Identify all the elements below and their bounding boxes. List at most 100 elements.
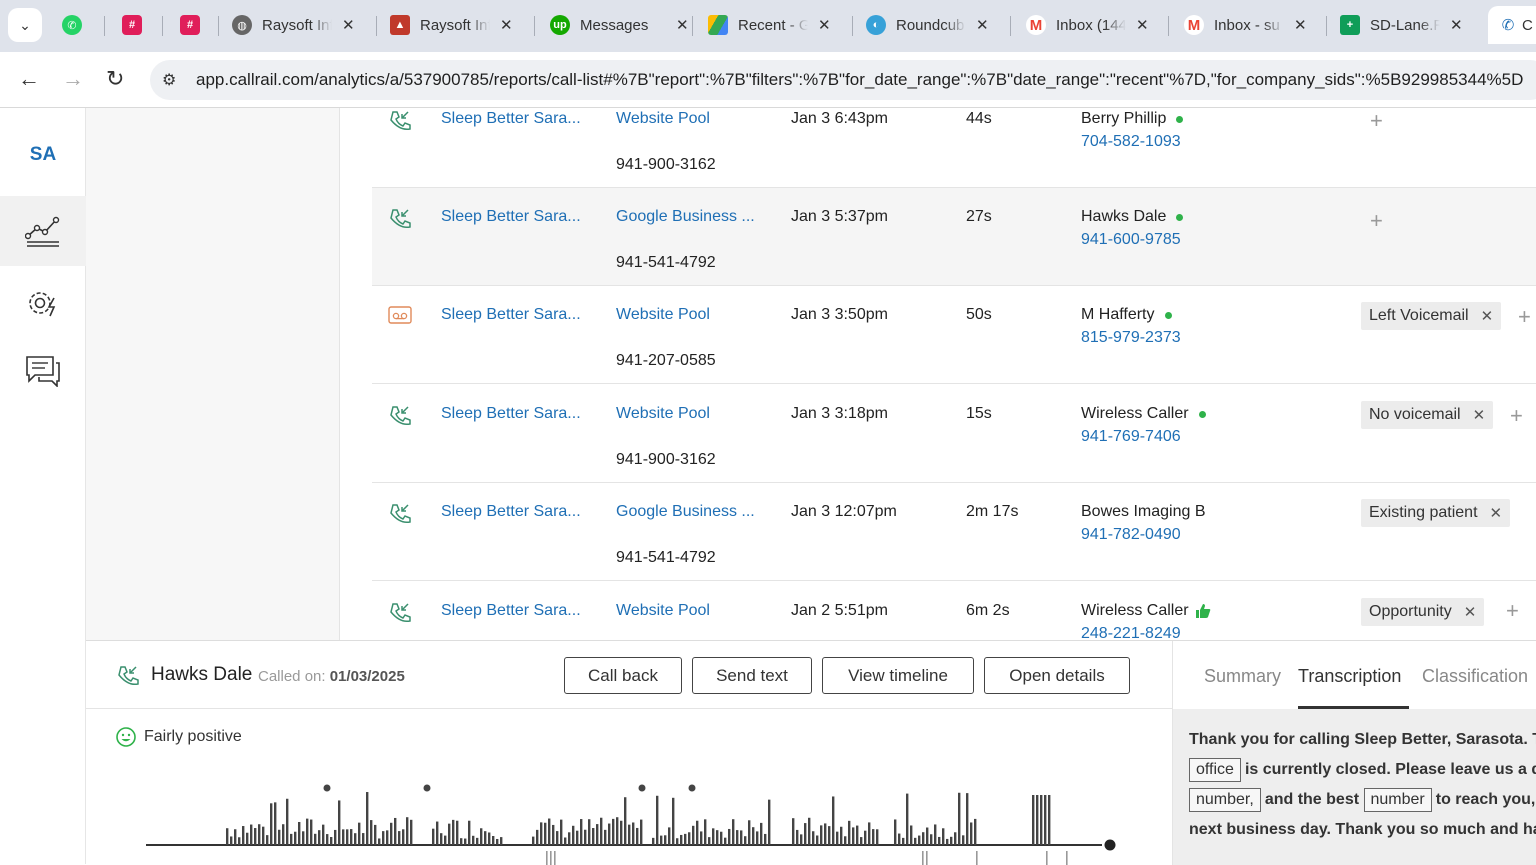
keyword-highlight[interactable]: number — [1363, 788, 1432, 812]
tag-chip[interactable]: No voicemail ✕ — [1361, 401, 1494, 429]
waveform-bar — [318, 830, 321, 845]
waveform-bar — [560, 819, 563, 845]
nav-settings[interactable] — [0, 268, 86, 338]
tab-raysoft-2[interactable]: ▲ Raysoft Inf ✕ — [390, 6, 513, 44]
waveform-tick — [976, 851, 978, 865]
tab-search-dropdown[interactable]: ⌄ — [8, 8, 42, 42]
source-link[interactable]: Website Pool — [616, 306, 761, 324]
tab-sheets[interactable]: + SD-Lane.R ✕ — [1340, 6, 1463, 44]
caller-phone-link[interactable]: 941-600-9785 — [1081, 231, 1181, 249]
add-tag-icon[interactable]: + — [1506, 598, 1519, 624]
tag-chip[interactable]: Existing patient ✕ — [1361, 499, 1511, 527]
nav-analytics[interactable] — [0, 196, 86, 266]
call-back-button[interactable]: Call back — [564, 657, 682, 694]
table-row[interactable]: Sleep Better Sara... Website Pool Jan 2 … — [372, 582, 1536, 640]
tab-messages[interactable]: up Messages ✕ — [550, 6, 689, 44]
waveform-bar — [282, 824, 285, 845]
waveform-bar — [544, 822, 547, 845]
send-text-button[interactable]: Send text — [692, 657, 812, 694]
detail-caller-name: Hawks Dale — [151, 664, 253, 685]
transcript-pane: Summary Transcription Classification Tha… — [1172, 641, 1536, 865]
close-icon[interactable]: ✕ — [976, 16, 989, 34]
add-tag-icon[interactable]: + — [1370, 208, 1383, 234]
waveform-bar — [910, 825, 913, 845]
tab-summary[interactable]: Summary — [1204, 666, 1281, 687]
waveform-bar — [712, 828, 715, 845]
remove-tag-icon[interactable]: ✕ — [1481, 307, 1494, 325]
caller-phone-link[interactable]: 248-221-8249 — [1081, 625, 1181, 640]
omnibox[interactable]: ⚙ app.callrail.com/analytics/a/537900785… — [150, 60, 1536, 100]
company-link[interactable]: Sleep Better Sara... — [441, 110, 591, 128]
table-row[interactable]: Sleep Better Sara... Website Pool 941-90… — [372, 385, 1536, 483]
remove-tag-icon[interactable]: ✕ — [1473, 406, 1486, 424]
waveform-bar — [724, 837, 727, 845]
add-tag-icon[interactable]: + — [1370, 108, 1383, 134]
site-info-icon[interactable]: ⚙ — [162, 70, 182, 90]
tab-gmail-inbox-1[interactable]: M Inbox (144 ✕ — [1026, 6, 1149, 44]
table-row[interactable]: Sleep Better Sara... Google Business ...… — [372, 188, 1536, 286]
raysoft-icon: ▲ — [390, 15, 410, 35]
source-link[interactable]: Website Pool — [616, 602, 761, 620]
view-timeline-button[interactable]: View timeline — [822, 657, 974, 694]
table-row[interactable]: Sleep Better Sara... Website Pool 941-20… — [372, 286, 1536, 384]
nav-conversations[interactable] — [0, 336, 86, 406]
company-link[interactable]: Sleep Better Sara... — [441, 306, 591, 324]
add-tag-icon[interactable]: + — [1518, 304, 1531, 330]
close-icon[interactable]: ✕ — [818, 16, 831, 34]
caller-phone-link[interactable]: 941-782-0490 — [1081, 526, 1181, 544]
add-tag-icon[interactable]: + — [1510, 403, 1523, 429]
url-text[interactable]: app.callrail.com/analytics/a/537900785/r… — [196, 70, 1523, 90]
waveform-bar — [732, 819, 735, 845]
caller-phone-link[interactable]: 704-582-1093 — [1081, 133, 1181, 151]
chat-bubbles-icon — [26, 356, 60, 387]
waveform-bar — [728, 828, 731, 845]
table-row[interactable]: Sleep Better Sara... Website Pool 941-90… — [372, 108, 1536, 188]
close-icon[interactable]: ✕ — [676, 16, 689, 34]
close-icon[interactable]: ✕ — [1136, 16, 1149, 34]
forward-arrow-icon[interactable]: → — [62, 66, 84, 92]
waveform-bar — [230, 836, 233, 845]
tab-classification[interactable]: Classification — [1422, 666, 1528, 687]
tab-transcription[interactable]: Transcription — [1298, 666, 1401, 687]
table-row[interactable]: Sleep Better Sara... Google Business ...… — [372, 483, 1536, 581]
tab-callrail-active[interactable]: ✆ C — [1488, 6, 1536, 44]
source-link[interactable]: Google Business ... — [616, 503, 761, 521]
waveform-bar — [616, 817, 619, 845]
tab-roundcube[interactable]: ◐ Roundcub ✕ — [866, 6, 989, 44]
close-icon[interactable]: ✕ — [500, 16, 513, 34]
slack-icon: # — [122, 15, 142, 35]
remove-tag-icon[interactable]: ✕ — [1464, 603, 1477, 621]
close-icon[interactable]: ✕ — [1294, 16, 1307, 34]
tab-whatsapp[interactable]: ✆ — [62, 6, 92, 44]
tab-gmail-inbox-2[interactable]: M Inbox - su ✕ — [1184, 6, 1307, 44]
tab-slack-2[interactable]: # — [180, 6, 210, 44]
remove-tag-icon[interactable]: ✕ — [1490, 504, 1503, 522]
keyword-highlight[interactable]: office — [1189, 758, 1241, 782]
tag-chip[interactable]: Opportunity ✕ — [1361, 598, 1485, 626]
company-link[interactable]: Sleep Better Sara... — [441, 602, 591, 620]
tab-drive-recent[interactable]: Recent - G ✕ — [708, 6, 831, 44]
waveform-bar — [226, 828, 229, 845]
back-arrow-icon[interactable]: ← — [18, 66, 40, 92]
waveform-bar — [464, 838, 467, 845]
company-link[interactable]: Sleep Better Sara... — [441, 503, 591, 521]
source-link[interactable]: Google Business ... — [616, 208, 761, 226]
close-icon[interactable]: ✕ — [1450, 16, 1463, 34]
account-badge[interactable]: SA — [0, 144, 86, 166]
waveform-bar — [358, 822, 361, 845]
open-details-button[interactable]: Open details — [984, 657, 1130, 694]
source-link[interactable]: Website Pool — [616, 110, 761, 128]
keyword-highlight[interactable]: number, — [1189, 788, 1261, 812]
company-link[interactable]: Sleep Better Sara... — [441, 208, 591, 226]
caller-phone-link[interactable]: 815-979-2373 — [1081, 329, 1181, 347]
tab-slack-1[interactable]: # — [122, 6, 152, 44]
tag-chip[interactable]: Left Voicemail ✕ — [1361, 302, 1502, 330]
source-link[interactable]: Website Pool — [616, 405, 761, 423]
company-link[interactable]: Sleep Better Sara... — [441, 405, 591, 423]
caller-phone-link[interactable]: 941-769-7406 — [1081, 428, 1181, 446]
audio-waveform[interactable] — [142, 781, 1122, 865]
close-icon[interactable]: ✕ — [342, 16, 355, 34]
waveform-bar — [898, 833, 901, 845]
tab-raysoft-1[interactable]: ◍ Raysoft Inf ✕ — [232, 6, 355, 44]
reload-icon[interactable]: ↻ — [106, 66, 124, 92]
